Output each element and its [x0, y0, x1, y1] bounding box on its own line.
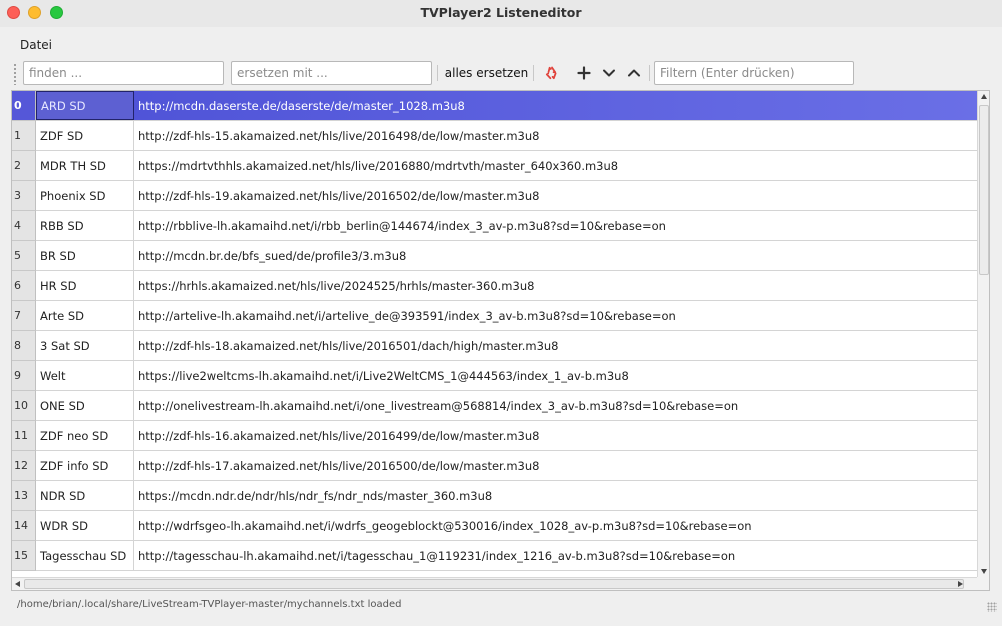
table-row[interactable]: Phoenix SD http://zdf-hls-19.akamaized.ne… [36, 181, 977, 211]
delete-button[interactable] [541, 62, 563, 84]
table-row[interactable]: MDR TH SD https://mdrtvthhls.akamaized.ne… [36, 151, 977, 181]
window-title: TVPlayer2 Listeneditor [420, 5, 582, 20]
row-number[interactable]: 7 [12, 301, 36, 331]
row-number[interactable]: 0 [12, 91, 36, 121]
move-down-button[interactable] [598, 62, 620, 84]
plus-icon [577, 66, 591, 80]
status-bar: /home/brian/.local/share/LiveStream-TVPl… [0, 596, 1002, 616]
channel-name-cell[interactable]: RBB SD [36, 211, 134, 240]
channel-url-cell[interactable]: http://onelivestream-lh.akamaihd.net/i/o… [134, 391, 977, 420]
channel-url-cell[interactable]: http://artelive-lh.akamaihd.net/i/arteli… [134, 301, 977, 330]
channel-url-cell[interactable]: http://wdrfsgeo-lh.akamaihd.net/i/wdrfs_… [134, 511, 977, 540]
channel-name-cell[interactable]: Tagesschau SD [36, 541, 134, 570]
channel-name-cell[interactable]: Phoenix SD [36, 181, 134, 210]
table-row[interactable]: WDR SD http://wdrfsgeo-lh.akamaihd.net/i/… [36, 511, 977, 541]
channel-name-cell[interactable]: ZDF info SD [36, 451, 134, 480]
channel-name-cell[interactable]: ARD SD [36, 91, 134, 120]
toolbar-separator [437, 65, 438, 81]
channel-name-cell[interactable]: 3 Sat SD [36, 331, 134, 360]
channel-name-cell[interactable]: NDR SD [36, 481, 134, 510]
table-row[interactable]: 3 Sat SD http://zdf-hls-18.akamaized.net/… [36, 331, 977, 361]
vertical-scroll-thumb[interactable] [979, 105, 989, 275]
row-number[interactable]: 4 [12, 211, 36, 241]
channel-url-cell[interactable]: https://mcdn.ndr.de/ndr/hls/ndr_fs/ndr_n… [134, 481, 977, 510]
channel-url-cell[interactable]: https://mdrtvthhls.akamaized.net/hls/liv… [134, 151, 977, 180]
row-number[interactable]: 3 [12, 181, 36, 211]
replace-input[interactable] [231, 61, 432, 85]
vertical-scrollbar[interactable] [977, 91, 989, 577]
horizontal-scrollbar[interactable] [12, 577, 977, 590]
table-row[interactable]: RBB SD http://rbblive-lh.akamaihd.net/i/r… [36, 211, 977, 241]
scroll-up-arrow-icon[interactable] [981, 94, 987, 99]
channel-url-cell[interactable]: http://mcdn.br.de/bfs_sued/de/profile3/3… [134, 241, 977, 270]
row-number[interactable]: 2 [12, 151, 36, 181]
scroll-down-arrow-icon[interactable] [981, 569, 987, 574]
row-number[interactable]: 13 [12, 481, 36, 511]
add-button[interactable] [573, 62, 595, 84]
channel-name-cell[interactable]: MDR TH SD [36, 151, 134, 180]
table-row[interactable]: ZDF neo SD http://zdf-hls-16.akamaized.ne… [36, 421, 977, 451]
title-bar: TVPlayer2 Listeneditor [0, 0, 1002, 27]
replace-all-button[interactable]: alles ersetzen [444, 62, 529, 84]
toolbar-separator [649, 65, 650, 81]
table-row[interactable]: BR SD http://mcdn.br.de/bfs_sued/de/profi… [36, 241, 977, 271]
row-number[interactable]: 10 [12, 391, 36, 421]
horizontal-scroll-thumb[interactable] [24, 579, 964, 589]
channel-url-cell[interactable]: http://zdf-hls-18.akamaized.net/hls/live… [134, 331, 977, 360]
channel-url-cell[interactable]: http://rbblive-lh.akamaihd.net/i/rbb_ber… [134, 211, 977, 240]
toolbar-separator [533, 65, 534, 81]
row-number[interactable]: 12 [12, 451, 36, 481]
scroll-corner [977, 577, 989, 590]
move-up-button[interactable] [623, 62, 645, 84]
channel-name-cell[interactable]: WDR SD [36, 511, 134, 540]
channel-url-cell[interactable]: http://zdf-hls-19.akamaized.net/hls/live… [134, 181, 977, 210]
find-input[interactable] [23, 61, 224, 85]
chevron-down-icon [603, 69, 615, 77]
chevron-up-icon [628, 69, 640, 77]
resize-grip-icon[interactable] [987, 602, 997, 612]
table-row[interactable]: HR SD https://hrhls.akamaized.net/hls/liv… [36, 271, 977, 301]
row-number[interactable]: 9 [12, 361, 36, 391]
channel-url-cell[interactable]: http://mcdn.daserste.de/daserste/de/mast… [134, 91, 977, 120]
replace-all-label: alles ersetzen [444, 66, 529, 80]
scroll-left-arrow-icon[interactable] [15, 581, 20, 587]
menu-bar: Datei [0, 35, 1002, 55]
row-number[interactable]: 1 [12, 121, 36, 151]
table-row[interactable]: NDR SD https://mcdn.ndr.de/ndr/hls/ndr_fs… [36, 481, 977, 511]
channel-name-cell[interactable]: BR SD [36, 241, 134, 270]
filter-input[interactable] [654, 61, 854, 85]
row-number[interactable]: 5 [12, 241, 36, 271]
row-number[interactable]: 6 [12, 271, 36, 301]
table-row[interactable]: ARD SD http://mcdn.daserste.de/daserste/d… [36, 91, 977, 121]
channel-name-cell[interactable]: ZDF neo SD [36, 421, 134, 450]
row-number[interactable]: 15 [12, 541, 36, 571]
channel-url-cell[interactable]: http://tagesschau-lh.akamaihd.net/i/tage… [134, 541, 977, 570]
channel-name-cell[interactable]: ZDF SD [36, 121, 134, 150]
scroll-right-arrow-icon[interactable] [958, 581, 963, 587]
delete-icon [545, 66, 557, 80]
channel-name-cell[interactable]: Welt [36, 361, 134, 390]
channel-url-cell[interactable]: http://zdf-hls-16.akamaized.net/hls/live… [134, 421, 977, 450]
channel-name-cell[interactable]: HR SD [36, 271, 134, 300]
menu-datei[interactable]: Datei [20, 38, 52, 52]
table-row[interactable]: Tagesschau SD http://tagesschau-lh.akamai… [36, 541, 977, 571]
table-row[interactable]: Arte SD http://artelive-lh.akamaihd.net/i… [36, 301, 977, 331]
row-number[interactable]: 8 [12, 331, 36, 361]
table-row[interactable]: ZDF SD http://zdf-hls-15.akamaized.net/hl… [36, 121, 977, 151]
table-row[interactable]: Welt https://live2weltcms-lh.akamaihd.net… [36, 361, 977, 391]
channel-url-cell[interactable]: https://hrhls.akamaized.net/hls/live/202… [134, 271, 977, 300]
row-number[interactable]: 11 [12, 421, 36, 451]
channel-url-cell[interactable]: https://live2weltcms-lh.akamaihd.net/i/L… [134, 361, 977, 390]
toolbar: alles ersetzen [11, 58, 989, 88]
row-number[interactable]: 14 [12, 511, 36, 541]
channel-url-cell[interactable]: http://zdf-hls-15.akamaized.net/hls/live… [134, 121, 977, 150]
channel-name-cell[interactable]: ONE SD [36, 391, 134, 420]
table-row[interactable]: ZDF info SD http://zdf-hls-17.akamaized.n… [36, 451, 977, 481]
channel-table: 0 1 2 3 4 5 6 7 8 9 10 11 12 13 14 15 ARD SD http://mcdn… [11, 90, 990, 591]
channel-url-cell[interactable]: http://zdf-hls-17.akamaized.net/hls/live… [134, 451, 977, 480]
channel-name-cell[interactable]: Arte SD [36, 301, 134, 330]
toolbar-grip[interactable] [13, 63, 17, 85]
table-row[interactable]: ONE SD http://onelivestream-lh.akamaihd.n… [36, 391, 977, 421]
status-text: /home/brian/.local/share/LiveStream-TVPl… [17, 599, 402, 610]
